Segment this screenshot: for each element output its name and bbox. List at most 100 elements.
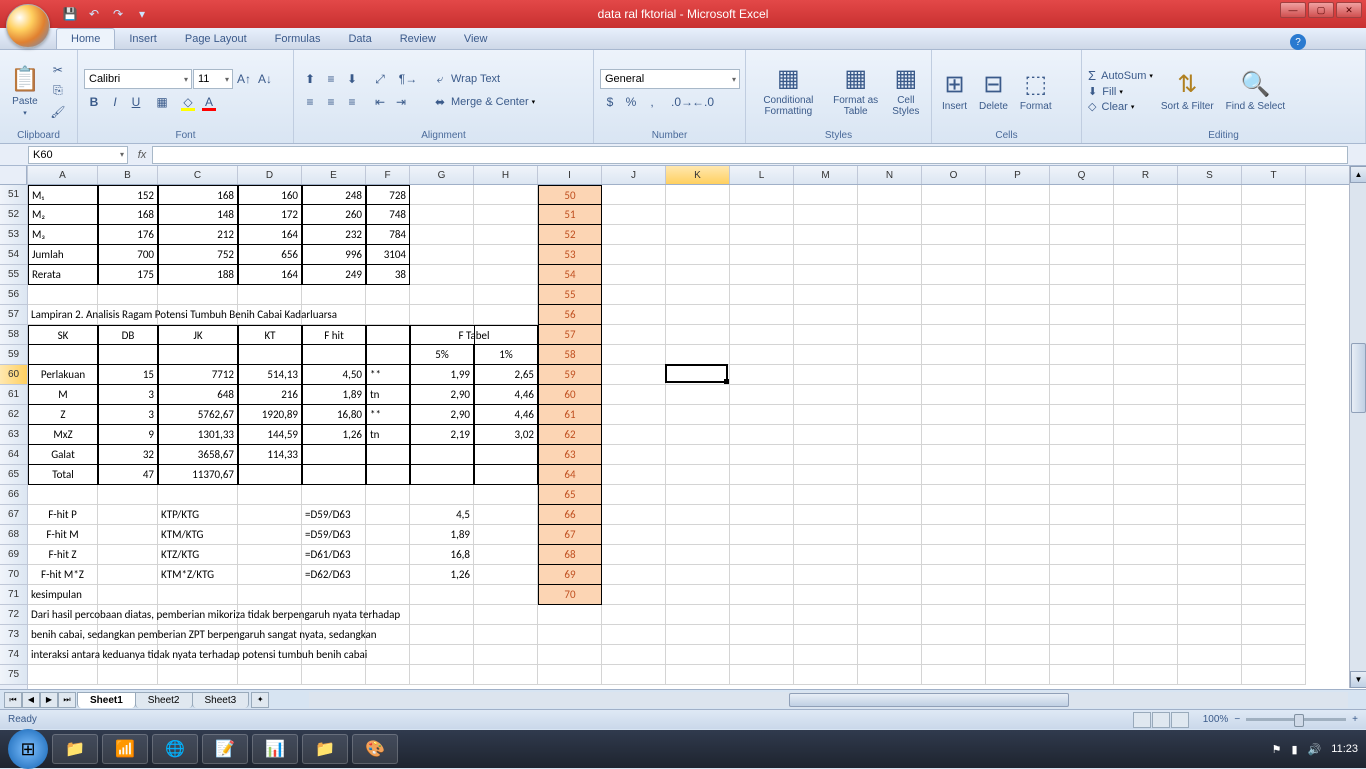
cell[interactable] [28, 665, 98, 685]
cell[interactable]: 160 [238, 185, 302, 205]
cell-styles-button[interactable]: ▦Cell Styles [887, 62, 925, 119]
cell[interactable]: 9 [98, 425, 158, 445]
cell[interactable]: 144,59 [238, 425, 302, 445]
cell[interactable] [238, 285, 302, 305]
cell[interactable] [858, 325, 922, 345]
italic-button[interactable]: I [105, 92, 125, 112]
cell[interactable] [1242, 445, 1306, 465]
cell[interactable]: 60 [538, 385, 602, 405]
cell[interactable] [602, 525, 666, 545]
taskbar-item[interactable]: 📶 [102, 734, 148, 764]
cell[interactable] [1178, 305, 1242, 325]
cell[interactable] [1050, 365, 1114, 385]
tray-network-icon[interactable]: ▮ [1292, 743, 1298, 756]
cell[interactable] [730, 625, 794, 645]
office-button[interactable] [6, 4, 50, 48]
row-header[interactable]: 62 [0, 405, 27, 425]
cell[interactable] [1050, 565, 1114, 585]
select-all-corner[interactable] [0, 166, 27, 185]
cell[interactable] [238, 465, 302, 485]
fill-color-icon[interactable]: ◇ [178, 92, 198, 112]
cell[interactable] [474, 205, 538, 225]
cell[interactable]: 172 [238, 205, 302, 225]
column-header[interactable]: C [158, 166, 238, 184]
cell[interactable] [538, 665, 602, 685]
cell[interactable] [238, 545, 302, 565]
cell[interactable]: KTZ/KTG [158, 545, 238, 565]
cell[interactable] [1178, 265, 1242, 285]
cell[interactable] [922, 365, 986, 385]
cell[interactable] [602, 325, 666, 345]
tray-volume-icon[interactable]: 🔊 [1308, 743, 1322, 756]
cell[interactable]: 996 [302, 245, 366, 265]
cell[interactable] [794, 565, 858, 585]
cell[interactable] [1114, 285, 1178, 305]
cell[interactable]: 232 [302, 225, 366, 245]
cell[interactable] [366, 645, 410, 665]
cell[interactable] [474, 625, 538, 645]
row-header[interactable]: 59 [0, 345, 27, 365]
cell[interactable] [986, 465, 1050, 485]
cell[interactable] [410, 445, 474, 465]
cell[interactable] [366, 345, 410, 365]
cell[interactable]: 3658,67 [158, 445, 238, 465]
cell[interactable] [1050, 285, 1114, 305]
cell[interactable]: interaksi antara keduanya tidak nyata te… [28, 645, 98, 665]
cell[interactable] [858, 385, 922, 405]
tab-data[interactable]: Data [334, 29, 385, 49]
cell[interactable] [858, 205, 922, 225]
row-header[interactable]: 57 [0, 305, 27, 325]
row-header[interactable]: 68 [0, 525, 27, 545]
cell[interactable]: 68 [538, 545, 602, 565]
cell[interactable] [666, 245, 730, 265]
row-header[interactable]: 71 [0, 585, 27, 605]
cell[interactable] [98, 665, 158, 685]
cell[interactable] [730, 305, 794, 325]
cell[interactable] [238, 485, 302, 505]
cell[interactable] [1178, 405, 1242, 425]
cell[interactable]: =D59/D63 [302, 525, 366, 545]
cell[interactable] [858, 405, 922, 425]
font-color-icon[interactable]: A [199, 92, 219, 112]
cell[interactable] [730, 325, 794, 345]
sheet-nav-first-icon[interactable]: ⏮ [4, 692, 22, 708]
scroll-thumb[interactable] [1351, 343, 1366, 413]
cell[interactable] [922, 185, 986, 205]
cell[interactable] [474, 285, 538, 305]
cell[interactable] [922, 425, 986, 445]
cell[interactable] [1178, 365, 1242, 385]
cell[interactable] [158, 345, 238, 365]
row-header[interactable]: 53 [0, 225, 27, 245]
cell[interactable] [1114, 565, 1178, 585]
taskbar-item[interactable]: 📝 [202, 734, 248, 764]
cell[interactable]: KT [238, 325, 302, 345]
cell[interactable] [238, 585, 302, 605]
cell[interactable]: 47 [98, 465, 158, 485]
cell[interactable] [794, 305, 858, 325]
cell[interactable]: 168 [158, 185, 238, 205]
cell[interactable] [1114, 185, 1178, 205]
fill-button[interactable]: ⬇ Fill▾ [1088, 85, 1153, 98]
cell[interactable] [1050, 345, 1114, 365]
delete-cells-button[interactable]: ⊟Delete [975, 68, 1012, 114]
cell[interactable] [986, 325, 1050, 345]
cell[interactable] [366, 505, 410, 525]
cell[interactable] [602, 485, 666, 505]
cell[interactable] [1050, 325, 1114, 345]
cell[interactable] [730, 545, 794, 565]
column-header[interactable]: L [730, 166, 794, 184]
cell[interactable] [474, 485, 538, 505]
cell[interactable] [98, 285, 158, 305]
cell[interactable] [858, 265, 922, 285]
cell[interactable] [602, 505, 666, 525]
sheet-tab[interactable]: Sheet3 [192, 692, 250, 708]
column-header[interactable]: Q [1050, 166, 1114, 184]
tab-page-layout[interactable]: Page Layout [171, 29, 261, 49]
cell[interactable]: ** [366, 365, 410, 385]
cut-icon[interactable]: ✂ [48, 60, 68, 80]
cell[interactable] [602, 565, 666, 585]
cell[interactable] [1114, 545, 1178, 565]
cell[interactable] [922, 205, 986, 225]
cell[interactable] [986, 625, 1050, 645]
cell[interactable] [666, 665, 730, 685]
